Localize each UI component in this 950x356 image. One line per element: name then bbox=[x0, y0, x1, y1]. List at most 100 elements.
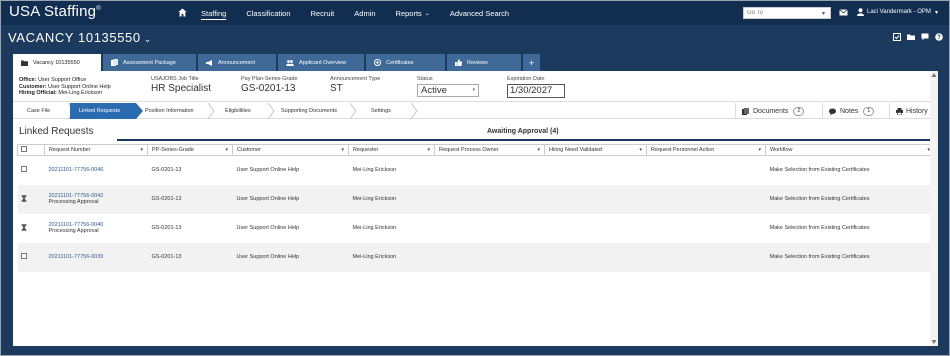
app-frame: USA Staffing® Staffing Classification Re… bbox=[0, 0, 950, 356]
tab-assessment-package[interactable]: Assessment Package bbox=[103, 54, 196, 71]
svg-text:?: ? bbox=[937, 35, 941, 41]
nav-admin[interactable]: Admin bbox=[354, 9, 375, 18]
pps-cell: GS-0201-13 bbox=[147, 184, 233, 214]
documents-icon bbox=[111, 59, 118, 66]
folder-icon[interactable] bbox=[907, 33, 915, 41]
tab-reviews[interactable]: Reviews bbox=[447, 54, 521, 71]
home-icon[interactable] bbox=[178, 8, 187, 17]
chevron-down-icon[interactable]: ▾ bbox=[822, 10, 825, 17]
col-workflow[interactable]: Workflow ▼ bbox=[765, 144, 935, 156]
step-linked-requests[interactable]: Linked Requests bbox=[70, 103, 136, 119]
requester-cell: Mei-Ling Erickson bbox=[352, 225, 397, 231]
step-separator bbox=[268, 103, 275, 119]
table-row[interactable]: 20211101-77756-0040 Processing Approval G… bbox=[18, 214, 935, 243]
nav-recruit[interactable]: Recruit bbox=[311, 9, 335, 18]
documents-icon bbox=[742, 107, 749, 115]
add-tab-button[interactable]: + bbox=[523, 54, 540, 71]
row-checkbox[interactable] bbox=[20, 253, 27, 259]
announcement-type-label: Announcement Type bbox=[330, 76, 381, 82]
request-status-text: Processing Approval bbox=[48, 199, 99, 205]
hourglass-icon bbox=[21, 223, 26, 231]
nav-staffing[interactable]: Staffing bbox=[201, 9, 226, 18]
col-requester[interactable]: Requester ▼ bbox=[348, 144, 435, 156]
tab-applicant-overview[interactable]: Applicant Overview bbox=[278, 54, 364, 71]
goto-input[interactable] bbox=[743, 7, 831, 19]
top-navigation: USA Staffing® Staffing Classification Re… bbox=[1, 1, 949, 25]
col-request-process-owner[interactable]: Request Process Owner ▼ bbox=[434, 144, 545, 156]
sort-icon: ▼ bbox=[536, 147, 541, 152]
row-status-cell bbox=[17, 184, 45, 214]
job-title-label: USAJOBS Job Title bbox=[151, 76, 199, 82]
col-request-personnel-action[interactable]: Request Personnel Action ▼ bbox=[646, 144, 766, 156]
pay-plan-field: Pay Plan-Series-Grade GS-0201-13 bbox=[241, 76, 298, 94]
tab-label: Reviews bbox=[467, 59, 488, 66]
owner-cell bbox=[434, 184, 545, 214]
step-separator bbox=[208, 103, 215, 119]
tab-certificates[interactable]: Certificates bbox=[366, 54, 445, 71]
nav-advanced-search[interactable]: Advanced Search bbox=[450, 9, 509, 18]
megaphone-icon bbox=[206, 59, 213, 66]
row-select-cell bbox=[18, 156, 45, 185]
hiring-official-label: Hiring Official: bbox=[19, 90, 57, 97]
step-settings[interactable]: Settings bbox=[371, 103, 411, 119]
mail-icon[interactable] bbox=[839, 9, 848, 16]
col-pp-series-grade[interactable]: PP-Series-Grade ▼ bbox=[147, 144, 233, 156]
help-icon[interactable]: ? bbox=[935, 33, 943, 41]
tab-label: Certificates bbox=[386, 59, 414, 66]
step-supporting-documents[interactable]: Supporting Documents bbox=[281, 103, 353, 119]
row-checkbox[interactable] bbox=[20, 166, 27, 173]
table-header-row: Request Number ▼ PP-Series-Grade ▼ Custome… bbox=[17, 144, 935, 156]
validated-cell bbox=[545, 214, 647, 243]
expiration-label: Expiration Date bbox=[507, 76, 545, 82]
comment-icon[interactable] bbox=[921, 33, 929, 41]
customer-label: Customer: bbox=[19, 83, 47, 90]
vacancy-contacts: Office: User Support Office Customer: Us… bbox=[19, 77, 111, 97]
user-name[interactable]: Laci Vandermark - OPM bbox=[867, 9, 931, 15]
col-hiring-need-validated[interactable]: Hiring Need Validated ▼ bbox=[544, 144, 647, 156]
customer-cell: User Support Online Help bbox=[236, 167, 300, 174]
office-label: Office: bbox=[19, 77, 37, 83]
owner-cell bbox=[434, 242, 545, 272]
pay-plan-label: Pay Plan-Series-Grade bbox=[241, 76, 298, 82]
app-brand[interactable]: USA Staffing® bbox=[9, 3, 101, 20]
customer-cell: User Support Online Help bbox=[232, 242, 349, 272]
table-row[interactable]: 20211101-77756-0042 Processing Approval G… bbox=[17, 184, 935, 214]
documents-count: 2 bbox=[793, 106, 805, 116]
documents-button[interactable]: Documents 2 bbox=[735, 103, 822, 119]
col-request-number[interactable]: Request Number ▼ bbox=[44, 144, 148, 156]
status-select[interactable]: Active ▾ bbox=[417, 84, 479, 97]
vacancy-summary: Office: User Support Office Customer: Us… bbox=[13, 71, 938, 102]
nav-classification[interactable]: Classification bbox=[246, 9, 290, 18]
chevron-down-icon[interactable]: ▾ bbox=[935, 9, 938, 16]
expiration-date-input[interactable]: 1/30/2027 bbox=[507, 84, 565, 98]
tab-announcement[interactable]: Announcement bbox=[198, 54, 276, 71]
vertical-scrollbar[interactable] bbox=[930, 71, 938, 346]
announcement-type-value: ST bbox=[330, 83, 343, 94]
table-row[interactable]: 20211101-77756-0039 GS-0201-13 User Supp… bbox=[17, 242, 935, 272]
validated-cell bbox=[544, 184, 647, 214]
awaiting-approval-tab[interactable]: Awaiting Approval (4) bbox=[487, 128, 559, 135]
tab-vacancy[interactable]: Vacancy 10135550 bbox=[13, 54, 101, 71]
printer-icon bbox=[896, 107, 903, 115]
select-all-checkbox[interactable] bbox=[21, 146, 27, 152]
nav-reports[interactable]: Reports ⌄ bbox=[396, 9, 430, 18]
notes-button[interactable]: Notes 1 bbox=[822, 103, 889, 119]
select-all-header[interactable] bbox=[17, 144, 45, 156]
personnel-action-cell bbox=[646, 242, 766, 272]
thumbs-up-icon bbox=[455, 59, 462, 66]
folder-icon bbox=[21, 60, 28, 66]
table-row[interactable]: 20211101-77756-0046 GS-0201-13 User Supp… bbox=[18, 156, 935, 185]
pps-cell: GS-0201-13 bbox=[151, 225, 182, 231]
checklist-icon[interactable] bbox=[893, 33, 901, 41]
col-customer[interactable]: Customer ▼ bbox=[232, 144, 349, 156]
step-separator bbox=[411, 103, 418, 119]
step-position-information[interactable]: Position Information bbox=[144, 103, 212, 119]
requester-cell: Mei-Ling Erickson bbox=[348, 242, 435, 272]
sort-icon: ▼ bbox=[426, 147, 431, 152]
owner-cell bbox=[435, 156, 545, 185]
chevron-down-icon: ⌄ bbox=[424, 10, 430, 17]
step-case-file[interactable]: Case File bbox=[13, 103, 68, 119]
request-number-link[interactable]: 20211101-77756-0046 bbox=[49, 167, 148, 173]
vacancy-title[interactable]: VACANCY 10135550 ⌄ bbox=[8, 30, 152, 45]
request-number-link[interactable]: 20211101-77756-0039 bbox=[49, 254, 148, 260]
